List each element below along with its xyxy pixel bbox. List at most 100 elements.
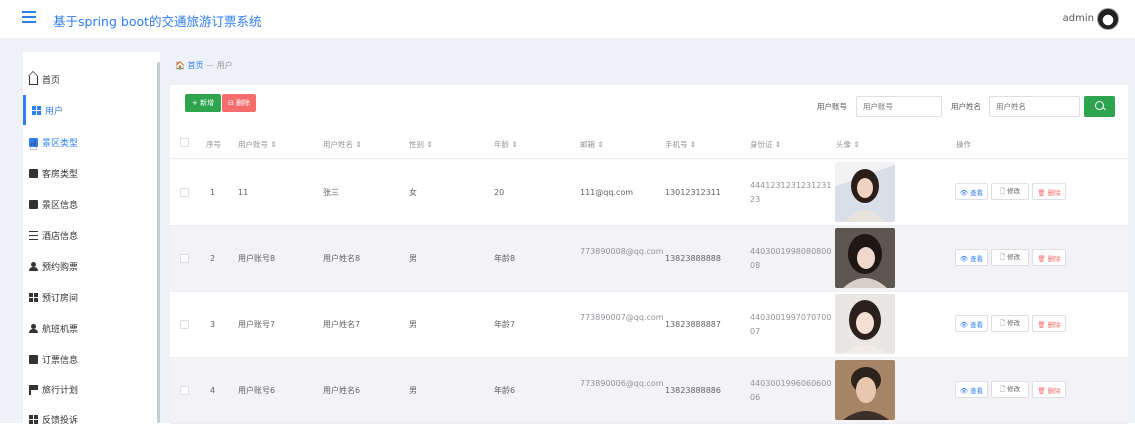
clipboard-icon	[29, 168, 38, 178]
col-phone[interactable]: 手机号 ⇕	[665, 139, 696, 150]
cell-phone: 13823888886	[665, 386, 721, 395]
row-actions: 👁 查看 🗋 修改 🗑 删除	[955, 249, 1066, 266]
cell-gender: 女	[409, 188, 417, 197]
sidebar-item-label: 反馈投诉	[42, 415, 79, 426]
col-account[interactable]: 用户账号 ⇕	[238, 139, 277, 150]
col-idcard[interactable]: 身份证 ⇕	[750, 139, 781, 150]
avatar-image	[835, 294, 895, 354]
sidebar-item-label: 订票信息	[42, 355, 79, 366]
cell-index: 1	[210, 188, 216, 197]
table-row[interactable]: 1 11 张三 女 20 111@qq.com 13012312311 4441…	[170, 160, 1128, 226]
col-name[interactable]: 用户姓名 ⇕	[323, 139, 362, 150]
row-actions: 👁 查看 🗋 修改 🗑 删除	[955, 315, 1066, 332]
delete-button[interactable]: 🗑 删除	[1032, 249, 1066, 266]
table-row[interactable]: 2 用户账号8 用户姓名8 男 年龄8 773890008@qq.com 138…	[170, 226, 1128, 292]
table-row[interactable]: 3 用户账号7 用户姓名7 男 年龄7 773890007@qq.com 138…	[170, 292, 1128, 358]
row-checkbox[interactable]	[180, 254, 189, 263]
sidebar-item-scenic-type[interactable]: 景区类型	[23, 127, 160, 157]
cell-age: 年龄7	[494, 320, 516, 329]
sidebar-item-flights[interactable]: 航班机票	[23, 313, 160, 343]
sidebar-item-room-booking[interactable]: 预订房间	[23, 282, 160, 312]
row-actions: 👁 查看 🗋 修改 🗑 删除	[955, 183, 1066, 200]
edit-button[interactable]: 🗋 修改	[991, 183, 1029, 200]
row-checkbox[interactable]	[180, 320, 189, 329]
cell-index: 2	[210, 254, 216, 263]
cell-phone: 13823888887	[665, 320, 721, 329]
cell-gender: 男	[409, 254, 417, 263]
edit-button[interactable]: 🗋 修改	[991, 315, 1029, 332]
delete-button[interactable]: 🗑 删除	[1032, 183, 1066, 200]
sidebar: 首页 用户 景区类型 客房类型 景区信息 酒店信息 预约购票 预订房间 航班机票…	[23, 52, 160, 426]
flag-icon	[29, 384, 38, 395]
app-title: 基于spring boot的交通旅游订票系统	[53, 14, 262, 29]
sidebar-item-label: 景区类型	[42, 138, 79, 149]
cell-account: 用户账号6	[238, 386, 276, 395]
table-row[interactable]: 4 用户账号6 用户姓名6 男 年龄6 773890006@qq.com 138…	[170, 358, 1128, 424]
search-name-input[interactable]	[989, 96, 1080, 117]
col-ops: 操作	[956, 140, 971, 149]
row-actions: 👁 查看 🗋 修改 🗑 删除	[955, 381, 1066, 398]
top-bar: 基于spring boot的交通旅游订票系统 admin	[0, 0, 1135, 38]
clipboard-icon	[29, 199, 38, 209]
sidebar-item-hotel-info[interactable]: 酒店信息	[23, 220, 160, 250]
menu-toggle-icon[interactable]	[22, 11, 36, 25]
row-checkbox[interactable]	[180, 188, 189, 197]
user-icon	[29, 323, 38, 333]
cell-idcard: 440300199808080008	[750, 247, 832, 270]
select-all-checkbox[interactable]	[180, 138, 189, 147]
sidebar-scrollbar[interactable]	[157, 62, 160, 423]
edit-button[interactable]: 🗋 修改	[991, 249, 1029, 266]
view-button[interactable]: 👁 查看	[955, 381, 988, 398]
sidebar-item-home[interactable]: 首页	[23, 64, 160, 94]
hand-cursor-icon: ☝	[29, 138, 38, 154]
cell-age: 年龄8	[494, 254, 516, 263]
sidebar-item-travel-plans[interactable]: 旅行计划	[23, 374, 160, 404]
batch-delete-button[interactable]: ⊟ 删除	[222, 94, 256, 112]
sidebar-item-users[interactable]: 用户	[23, 95, 160, 125]
cell-idcard: 440300199707070007	[750, 313, 832, 336]
cell-email: 773890006@qq.com	[580, 379, 664, 388]
sidebar-item-scenic-info[interactable]: 景区信息	[23, 189, 160, 219]
breadcrumb-separator: —	[206, 61, 215, 70]
col-email[interactable]: 邮箱 ⇕	[580, 139, 604, 150]
sidebar-item-label: 航班机票	[42, 324, 79, 335]
cell-email: 773890008@qq.com	[580, 247, 664, 256]
cell-age: 年龄6	[494, 386, 516, 395]
breadcrumb: 🏠 首页 — 用户	[175, 60, 233, 71]
add-button[interactable]: + 新增	[185, 94, 221, 112]
col-gender[interactable]: 性别 ⇕	[409, 139, 433, 150]
user-avatar[interactable]	[1097, 8, 1119, 30]
view-button[interactable]: 👁 查看	[955, 249, 988, 266]
search-button[interactable]	[1084, 96, 1115, 117]
sidebar-item-bookings[interactable]: 订票信息	[23, 344, 160, 374]
cell-name: 用户姓名7	[323, 320, 361, 329]
delete-button[interactable]: 🗑 删除	[1032, 381, 1066, 398]
delete-button[interactable]: 🗑 删除	[1032, 315, 1066, 332]
grid-icon	[29, 292, 38, 302]
view-button[interactable]: 👁 查看	[955, 315, 988, 332]
cell-account: 用户账号8	[238, 254, 276, 263]
edit-button[interactable]: 🗋 修改	[991, 381, 1029, 398]
cell-email: 773890007@qq.com	[580, 313, 664, 322]
main-content: + 新增 ⊟ 删除 用户账号 用户姓名 序号 用户账号 ⇕ 用户姓名 ⇕ 性别 …	[170, 85, 1128, 424]
sidebar-item-label: 景区信息	[42, 200, 79, 211]
sidebar-item-feedback[interactable]: 反馈投诉	[23, 404, 160, 434]
cell-account: 用户账号7	[238, 320, 276, 329]
avatar-image	[835, 228, 895, 288]
sidebar-item-room-type[interactable]: 客房类型	[23, 158, 160, 188]
cell-name: 用户姓名8	[323, 254, 361, 263]
search-account-input[interactable]	[856, 96, 942, 117]
cell-name: 用户姓名6	[323, 386, 361, 395]
sidebar-item-ticket-booking[interactable]: 预约购票	[23, 251, 160, 281]
cell-gender: 男	[409, 320, 417, 329]
breadcrumb-home[interactable]: 🏠 首页	[175, 61, 204, 70]
col-age[interactable]: 年龄 ⇕	[494, 139, 518, 150]
row-checkbox[interactable]	[180, 386, 189, 395]
view-button[interactable]: 👁 查看	[955, 183, 988, 200]
current-user[interactable]: admin	[1063, 13, 1094, 24]
cell-phone: 13823888888	[665, 254, 721, 263]
sidebar-item-label: 酒店信息	[42, 231, 79, 242]
col-avatar[interactable]: 头像 ⇕	[836, 139, 860, 150]
user-icon	[29, 261, 38, 271]
sidebar-item-label: 用户	[45, 106, 64, 117]
